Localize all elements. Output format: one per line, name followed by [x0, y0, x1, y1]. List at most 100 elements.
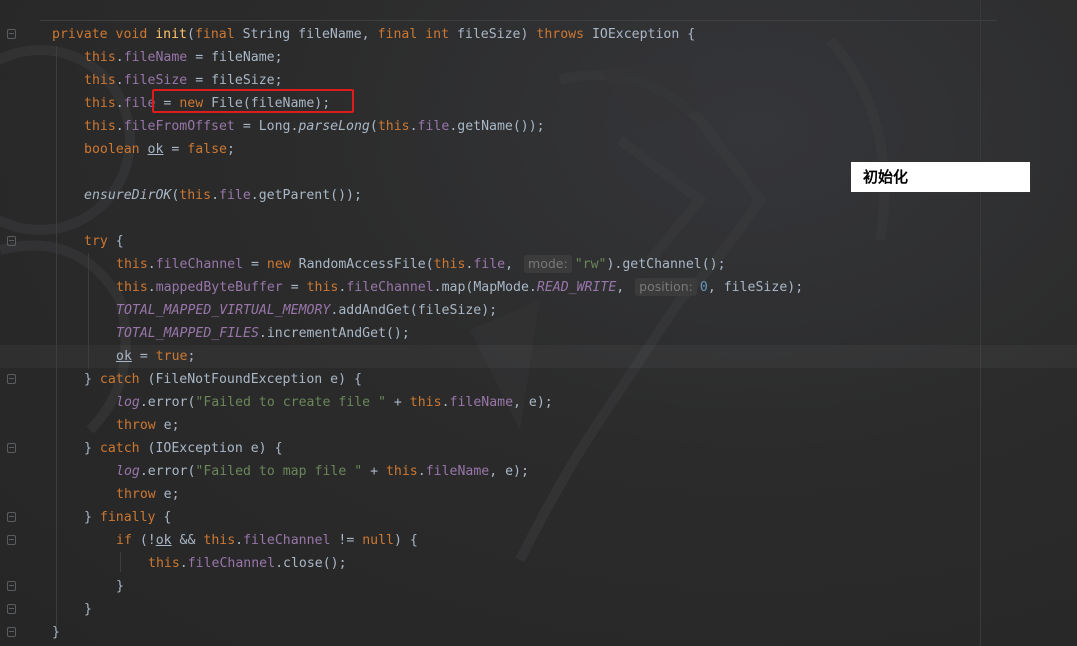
fold-icon[interactable]	[7, 581, 16, 591]
token: RandomAccessFile(	[298, 257, 434, 272]
field: fileChannel	[155, 257, 244, 272]
token: }	[52, 625, 60, 640]
code-line-16[interactable]: } catch (FileNotFoundException e) {	[84, 368, 362, 391]
keyword: try	[84, 234, 116, 249]
fold-icon[interactable]	[7, 443, 16, 453]
highlight-box	[152, 89, 354, 113]
string-literal: "rw"	[574, 257, 607, 272]
token: .	[115, 73, 124, 88]
code-line-5[interactable]: this.fileFromOffset = Long.parseLong(thi…	[84, 115, 545, 138]
keyword: this	[84, 73, 116, 88]
field: fileName	[123, 50, 188, 65]
keyword: throw	[116, 487, 164, 502]
token: .	[115, 50, 124, 65]
code-line-20[interactable]: log.error("Failed to map file " + this.f…	[116, 460, 529, 483]
token: = Long.	[234, 119, 299, 134]
code-line-19[interactable]: } catch (IOException e) {	[84, 437, 283, 460]
keyword: this	[385, 464, 418, 479]
token: .	[115, 96, 124, 111]
keyword: this	[116, 257, 148, 272]
token: =	[163, 142, 188, 157]
token: ;	[187, 349, 196, 364]
code-line-23[interactable]: if (!ok && this.fileChannel != null) {	[116, 529, 418, 552]
fold-icon[interactable]	[7, 29, 16, 39]
keyword: this	[148, 556, 180, 571]
field: file	[219, 188, 251, 203]
token: }	[116, 579, 124, 594]
fold-icon[interactable]	[7, 512, 16, 522]
code-line-22[interactable]: } finally {	[84, 506, 171, 529]
code-line-25[interactable]: }	[116, 575, 124, 598]
token: .	[179, 556, 188, 571]
fold-icon[interactable]	[7, 374, 16, 384]
code-line-18[interactable]: throw e;	[116, 414, 180, 437]
fold-icon[interactable]	[7, 535, 16, 545]
right-margin-guide	[980, 0, 981, 646]
code-line-17[interactable]: log.error("Failed to create file " + thi…	[116, 391, 553, 414]
token: +	[362, 464, 386, 479]
variable: ok	[155, 533, 172, 548]
token: !=	[330, 533, 363, 548]
keyword: this	[377, 119, 410, 134]
field: fileChannel	[346, 280, 434, 295]
code-line-14[interactable]: TOTAL_MAPPED_FILES.incrementAndGet();	[116, 322, 410, 345]
code-line-12[interactable]: this.mappedByteBuffer = this.fileChannel…	[116, 276, 803, 299]
token: .	[235, 533, 244, 548]
code-line-11[interactable]: this.fileChannel = new RandomAccessFile(…	[116, 253, 726, 276]
static-method: parseLong	[298, 119, 370, 134]
token: (IOException e) {	[147, 441, 283, 456]
fold-icon[interactable]	[7, 627, 16, 637]
token: {	[163, 510, 172, 525]
keyword: this	[203, 533, 236, 548]
static-field: log	[116, 395, 140, 410]
static-method: ensureDirOK	[84, 188, 172, 203]
token: ,	[616, 280, 633, 295]
token: .incrementAndGet();	[258, 326, 410, 341]
token: String fileName,	[242, 27, 378, 42]
token: , fileSize);	[707, 280, 804, 295]
code-line-24[interactable]: this.fileChannel.close();	[148, 552, 347, 575]
fold-icon[interactable]	[7, 604, 16, 614]
code-line-15[interactable]: ok = true;	[116, 345, 195, 368]
code-line-1[interactable]: private void init(final String fileName,…	[52, 23, 695, 46]
token: ;	[226, 142, 235, 157]
static-field: TOTAL_MAPPED_VIRTUAL_MEMORY	[116, 303, 331, 318]
indent-guide	[120, 552, 121, 572]
token: .	[417, 464, 426, 479]
token: .error(	[139, 464, 196, 479]
code-line-13[interactable]: TOTAL_MAPPED_VIRTUAL_MEMORY.addAndGet(fi…	[116, 299, 497, 322]
keyword: throws	[536, 27, 592, 42]
token: }	[84, 372, 100, 387]
keyword: new	[266, 257, 299, 272]
keyword: this	[116, 280, 148, 295]
field: file	[417, 119, 450, 134]
static-field: log	[116, 464, 140, 479]
token: .	[147, 257, 156, 272]
indent-guide	[88, 253, 89, 369]
separator-line	[40, 20, 997, 21]
token: IOException {	[591, 27, 696, 42]
code-line-8[interactable]: ensureDirOK(this.file.getParent());	[84, 184, 362, 207]
token: (	[369, 119, 378, 134]
keyword: final	[194, 27, 243, 42]
variable: ok	[116, 349, 132, 364]
keyword: this	[306, 280, 339, 295]
token: .	[147, 280, 156, 295]
token: , e);	[513, 395, 553, 410]
fold-icon[interactable]	[7, 236, 16, 246]
code-line-10[interactable]: try {	[84, 230, 124, 253]
code-line-26[interactable]: }	[84, 598, 92, 621]
field: file	[123, 96, 156, 111]
keyword: catch	[99, 372, 148, 387]
code-line-6[interactable]: boolean ok = false;	[84, 138, 235, 161]
token: e;	[163, 418, 180, 433]
code-line-2[interactable]: this.fileName = fileName;	[84, 46, 283, 69]
token: .	[409, 119, 418, 134]
token: = fileName;	[187, 50, 283, 65]
keyword: boolean	[84, 142, 148, 157]
code-line-27[interactable]: }	[52, 621, 60, 644]
token: ).getChannel();	[606, 257, 726, 272]
token: (!	[139, 533, 156, 548]
code-editor[interactable]: private void init(final String fileName,…	[0, 0, 1077, 646]
code-line-21[interactable]: throw e;	[116, 483, 180, 506]
